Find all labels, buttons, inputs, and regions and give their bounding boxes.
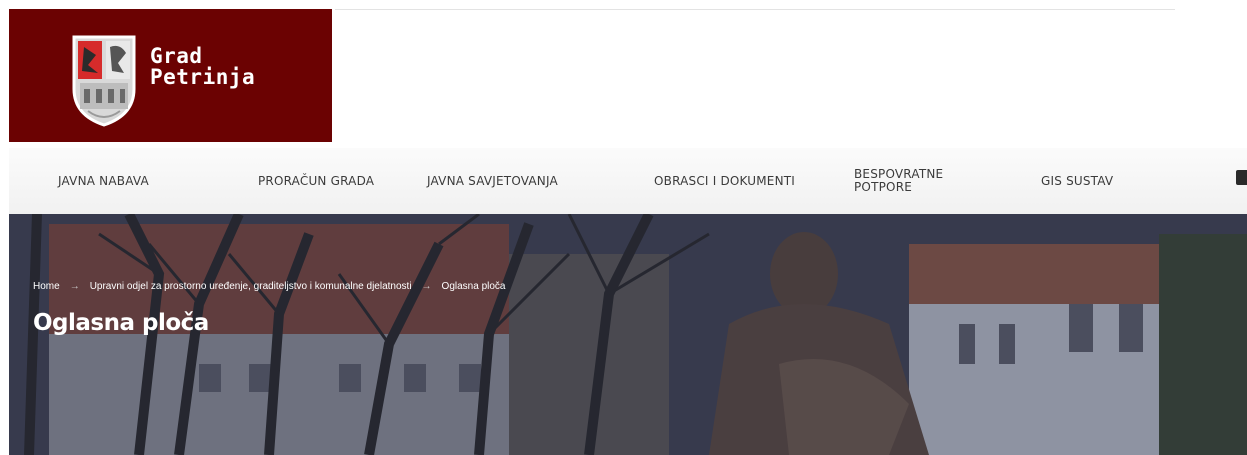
hero-banner: Home → Upravni odjel za prostorno uređen…: [9, 214, 1247, 455]
site-logo[interactable]: Grad Petrinja: [9, 9, 332, 142]
breadcrumb-section-link[interactable]: Upravni odjel za prostorno uređenje, gra…: [90, 281, 412, 292]
coat-of-arms-icon: [72, 35, 136, 127]
nav-item-obrasci-i-dokumenti[interactable]: OBRASCI I DOKUMENTI: [654, 148, 795, 214]
logo-line-1: Grad: [150, 44, 203, 68]
site-name: Grad Petrinja: [150, 46, 255, 88]
nav-item-javna-nabava[interactable]: JAVNA NABAVA: [58, 148, 149, 214]
nav-item-proracun-grada[interactable]: PRORAČUN GRADA: [258, 148, 374, 214]
page: Grad Petrinja JAVNA NABAVA PRORAČUN GRAD…: [0, 0, 1247, 455]
header-divider: [335, 9, 1175, 10]
main-navigation: JAVNA NABAVA PRORAČUN GRADA JAVNA SAVJET…: [9, 148, 1247, 214]
page-title: Oglasna ploča: [33, 310, 209, 336]
nav-item-javna-savjetovanja[interactable]: JAVNA SAVJETOVANJA: [427, 148, 558, 214]
breadcrumb-current: Oglasna ploča: [441, 281, 506, 292]
facebook-icon[interactable]: [1236, 170, 1247, 185]
breadcrumb-home-link[interactable]: Home: [33, 281, 60, 292]
breadcrumb: Home → Upravni odjel za prostorno uređen…: [33, 281, 505, 292]
breadcrumb-separator: →: [421, 281, 432, 292]
breadcrumb-separator: →: [69, 281, 80, 292]
nav-item-gis-sustav[interactable]: GIS SUSTAV: [1041, 148, 1113, 214]
nav-item-bespovratne-potpore[interactable]: BESPOVRATNE POTPORE: [854, 148, 964, 214]
logo-line-2: Petrinja: [150, 65, 256, 89]
